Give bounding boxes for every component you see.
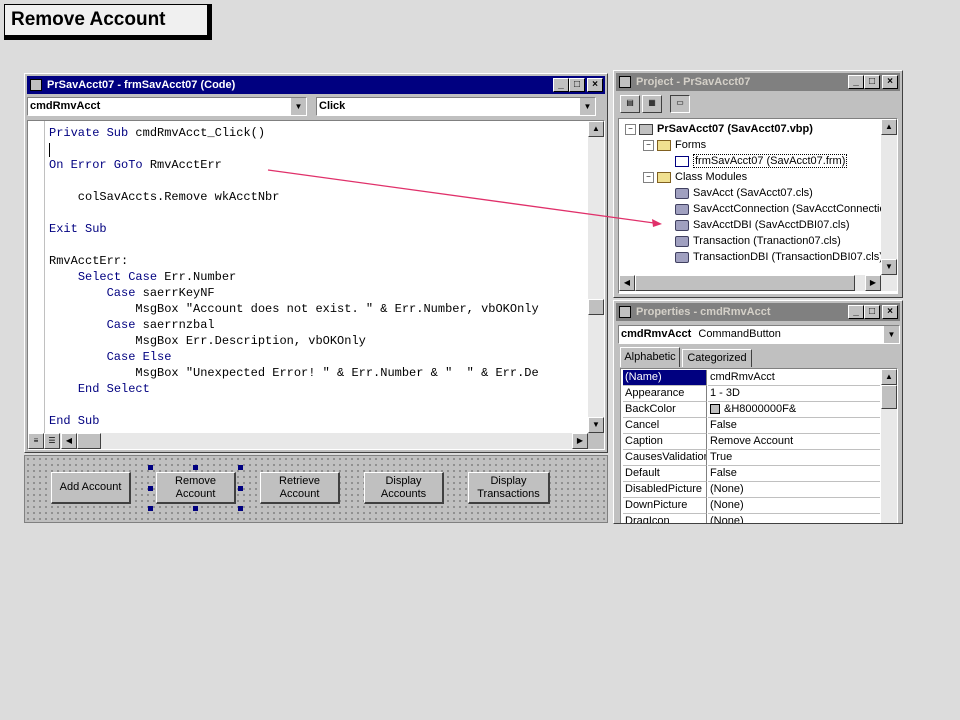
annotation-arrow — [267, 169, 662, 227]
annotation-arrow-head — [652, 219, 662, 227]
annotation-arrow-line — [267, 169, 655, 224]
